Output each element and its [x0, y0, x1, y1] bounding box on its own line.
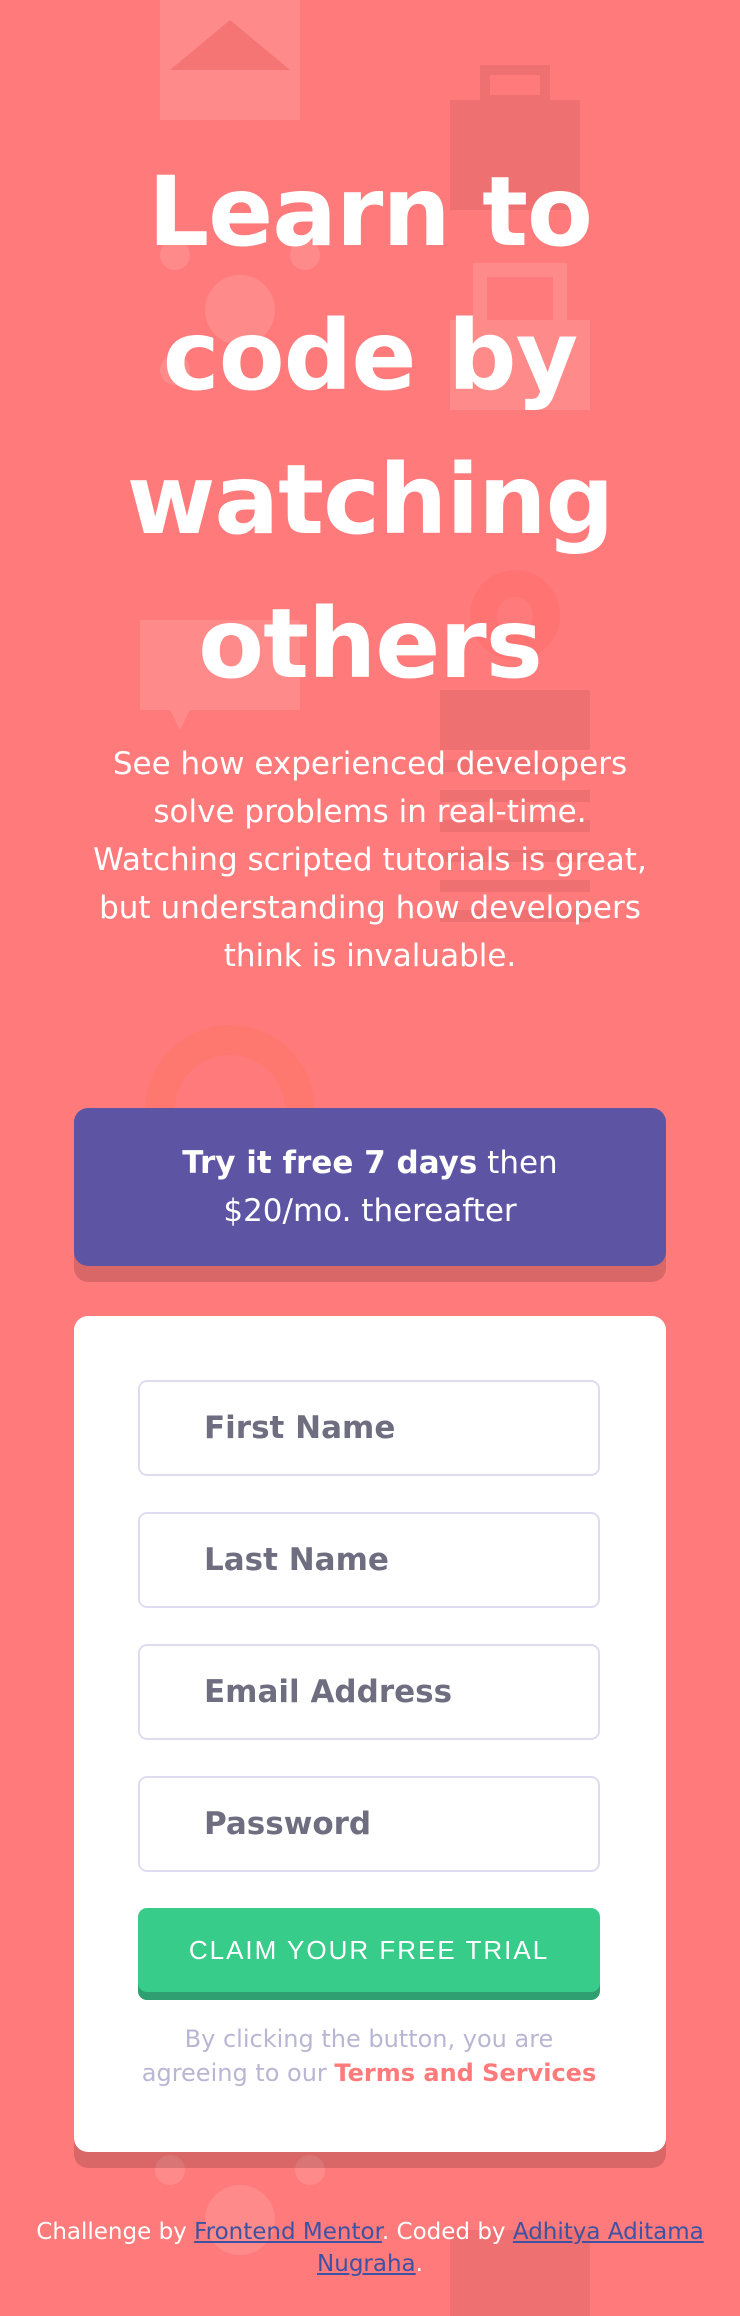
trial-offer-strong: Try it free 7 days	[182, 1145, 478, 1181]
email-field	[138, 1644, 600, 1740]
signup-form: CLAIM YOUR FREE TRIAL By clicking the bu…	[74, 1316, 666, 2152]
password-field	[138, 1776, 600, 1872]
claim-trial-button[interactable]: CLAIM YOUR FREE TRIAL	[138, 1908, 600, 1992]
footer-middle: . Coded by	[381, 2219, 513, 2245]
trial-banner-text: Try it free 7 days then $20/mo. thereaft…	[160, 1139, 580, 1235]
password-input[interactable]	[140, 1778, 598, 1870]
trial-banner: Try it free 7 days then $20/mo. thereaft…	[74, 1108, 666, 1266]
last-name-field	[138, 1512, 600, 1608]
frontend-mentor-link[interactable]: Frontend Mentor	[194, 2219, 382, 2245]
last-name-input[interactable]	[140, 1514, 598, 1606]
terms-link[interactable]: Terms and Services	[334, 2059, 596, 2087]
terms-notice: By clicking the button, you are agreeing…	[138, 2022, 600, 2090]
footer-prefix: Challenge by	[36, 2219, 195, 2245]
intro-text: See how experienced developers solve pro…	[93, 746, 647, 974]
page-headline: Learn to code by watching others	[126, 156, 615, 700]
email-input[interactable]	[140, 1646, 598, 1738]
footer-suffix: .	[415, 2251, 423, 2277]
attribution-footer: Challenge by Frontend Mentor. Coded by A…	[30, 2216, 710, 2280]
first-name-input[interactable]	[140, 1382, 598, 1474]
first-name-field	[138, 1380, 600, 1476]
